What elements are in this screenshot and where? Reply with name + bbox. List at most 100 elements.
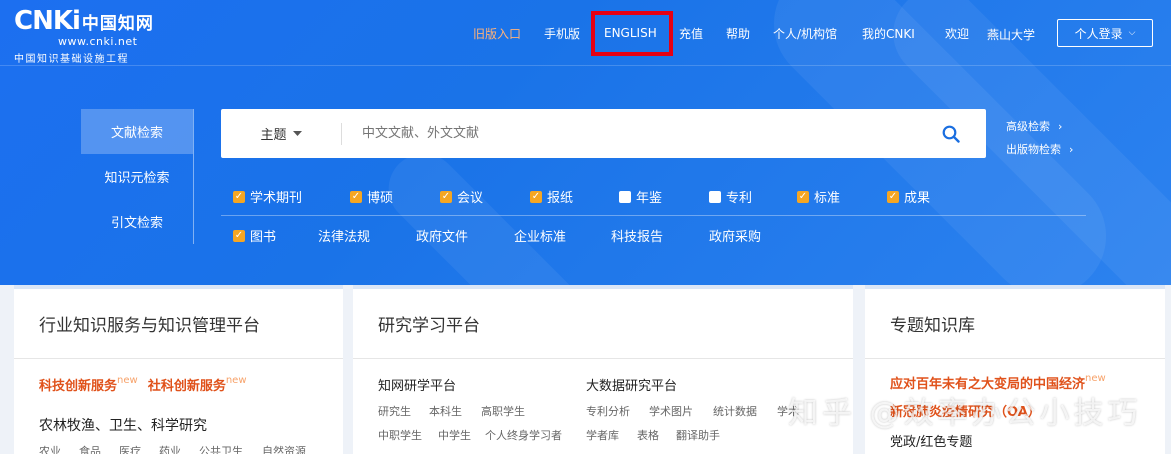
industry-section-title[interactable]: 农林牧渔、卫生、科学研究 bbox=[39, 415, 207, 435]
bigdata-sub-link[interactable]: 统计数据 bbox=[713, 403, 757, 419]
nav-org-dropdown[interactable]: 燕山大学 ⌵ bbox=[987, 26, 1035, 42]
innovation-links: 科技创新服务new 社科创新服务new bbox=[39, 375, 247, 394]
filter-achievement[interactable]: ✓ 成果 bbox=[887, 187, 930, 206]
cnki-logo[interactable]: CNKi 中国知网 www.cnki.net 中国知识基础设施工程 bbox=[14, 8, 154, 65]
research-sub-link[interactable]: 中职学生 bbox=[378, 427, 422, 443]
checkbox-checked-icon: ✓ bbox=[350, 190, 362, 203]
industry-tag[interactable]: 农业 bbox=[39, 443, 61, 454]
industry-tag[interactable]: 公共卫生 bbox=[199, 443, 243, 454]
research-sub-link[interactable]: 高职学生 bbox=[481, 403, 525, 419]
nav-mobile[interactable]: 手机版 bbox=[544, 25, 580, 42]
new-badge: new bbox=[225, 375, 247, 386]
filter-gov-docs[interactable]: 政府文件 bbox=[416, 226, 468, 245]
checkbox-checked-icon: ✓ bbox=[233, 190, 245, 203]
caret-down-icon bbox=[292, 130, 302, 136]
card-title: 研究学习平台 bbox=[353, 289, 853, 359]
chevron-down-icon: ⌵ bbox=[1128, 28, 1136, 38]
filter-conference[interactable]: ✓ 会议 bbox=[440, 187, 483, 206]
logo-brand-cn: 中国知网 bbox=[81, 14, 154, 34]
new-badge: new bbox=[117, 375, 138, 386]
checkbox-checked-icon: ✓ bbox=[530, 190, 542, 203]
new-badge: new bbox=[1085, 373, 1106, 384]
advanced-search-label: 高级检索 bbox=[1006, 120, 1050, 133]
checkbox-checked-icon: ✓ bbox=[797, 190, 809, 203]
search-button[interactable] bbox=[916, 109, 986, 158]
filter-label: 标准 bbox=[814, 191, 841, 206]
industry-tag[interactable]: 自然资源 bbox=[262, 443, 306, 454]
search-type-tabs: 文献检索 知识元检索 引文检索 bbox=[81, 109, 194, 244]
nav-personal-library[interactable]: 个人/机构馆 bbox=[773, 25, 837, 42]
english-highlight-box bbox=[591, 11, 673, 56]
checkbox-unchecked-icon bbox=[709, 190, 721, 203]
logo-slogan: 中国知识基础设施工程 bbox=[14, 54, 129, 65]
filter-yearbook[interactable]: 年鉴 bbox=[619, 187, 662, 206]
tech-innovation-link[interactable]: 科技创新服务 bbox=[39, 379, 117, 394]
checkbox-checked-icon: ✓ bbox=[233, 229, 245, 242]
filter-journal[interactable]: ✓ 学术期刊 bbox=[233, 187, 302, 206]
tab-knowledge-element-search[interactable]: 知识元检索 bbox=[81, 154, 193, 199]
chevron-right-icon: › bbox=[1069, 142, 1074, 156]
bigdata-sub-link[interactable]: 学者库 bbox=[586, 427, 619, 443]
filter-divider bbox=[221, 215, 1086, 216]
filter-thesis[interactable]: ✓ 博硕 bbox=[350, 187, 393, 206]
filter-label: 专利 bbox=[726, 191, 753, 206]
industry-tag[interactable]: 药业 bbox=[159, 443, 181, 454]
nav-my-cnki[interactable]: 我的CNKI bbox=[862, 25, 915, 42]
filter-standard[interactable]: ✓ 标准 bbox=[797, 187, 840, 206]
bigdata-sub-link[interactable]: 表格 bbox=[637, 427, 659, 443]
search-bar: 主题 bbox=[221, 109, 986, 158]
filter-label: 会议 bbox=[457, 191, 484, 206]
bigdata-sub-link[interactable]: 翻译助手 bbox=[676, 427, 720, 443]
filter-tech-report[interactable]: 科技报告 bbox=[611, 226, 663, 245]
research-sub-link[interactable]: 个人终身学习者 bbox=[485, 427, 562, 443]
filter-label: 报纸 bbox=[547, 191, 574, 206]
tab-citation-search[interactable]: 引文检索 bbox=[81, 199, 193, 244]
research-sub-link[interactable]: 中学生 bbox=[438, 427, 471, 443]
filter-gov-procurement[interactable]: 政府采购 bbox=[709, 226, 761, 245]
filter-enterprise-std[interactable]: 企业标准 bbox=[514, 226, 566, 245]
research-sub-link[interactable]: 研究生 bbox=[378, 403, 411, 419]
filter-patent[interactable]: 专利 bbox=[709, 187, 752, 206]
tab-literature-search[interactable]: 文献检索 bbox=[81, 109, 193, 154]
chevron-right-icon: › bbox=[1058, 119, 1063, 133]
filter-label: 博硕 bbox=[367, 191, 394, 206]
checkbox-checked-icon: ✓ bbox=[887, 190, 899, 203]
filter-label: 年鉴 bbox=[636, 191, 663, 206]
login-button[interactable]: 个人登录 ⌵ bbox=[1057, 19, 1153, 47]
search-field-label: 主题 bbox=[260, 128, 287, 143]
org-name: 燕山大学 bbox=[987, 28, 1036, 42]
card-title: 行业知识服务与知识管理平台 bbox=[14, 289, 343, 359]
party-topic-link[interactable]: 党政/红色专题 bbox=[890, 431, 972, 450]
social-innovation-link[interactable]: 社科创新服务 bbox=[148, 379, 226, 394]
research-platform-link[interactable]: 知网研学平台 bbox=[378, 375, 456, 394]
nav-recharge[interactable]: 充值 bbox=[679, 25, 703, 42]
watermark: 知乎 @效率办公小技巧 bbox=[788, 396, 1142, 431]
filter-books[interactable]: ✓ 图书 bbox=[233, 226, 276, 245]
nav-old-version[interactable]: 旧版入口 bbox=[473, 25, 521, 42]
research-sub-link[interactable]: 本科生 bbox=[429, 403, 462, 419]
research-platform-card: 研究学习平台 知网研学平台 研究生 本科生 高职学生 中职学生 中学生 个人终身… bbox=[353, 285, 853, 454]
bigdata-sub-link[interactable]: 专利分析 bbox=[586, 403, 630, 419]
industry-tag[interactable]: 医疗 bbox=[119, 443, 141, 454]
filter-label: 图书 bbox=[250, 230, 277, 245]
filter-label: 成果 bbox=[904, 191, 931, 206]
publication-search-link[interactable]: 出版物检索 › bbox=[1006, 141, 1073, 157]
industry-tag[interactable]: 食品 bbox=[79, 443, 101, 454]
industry-platform-card: 行业知识服务与知识管理平台 科技创新服务new 社科创新服务new 农林牧渔、卫… bbox=[14, 285, 343, 454]
search-icon bbox=[942, 125, 960, 143]
nav-help[interactable]: 帮助 bbox=[726, 25, 750, 42]
search-field-select[interactable]: 主题 bbox=[221, 124, 341, 143]
search-input[interactable] bbox=[342, 109, 916, 158]
advanced-search-link[interactable]: 高级检索 › bbox=[1006, 118, 1062, 134]
card-title: 专题知识库 bbox=[865, 289, 1165, 359]
filter-newspaper[interactable]: ✓ 报纸 bbox=[530, 187, 573, 206]
bigdata-platform-link[interactable]: 大数据研究平台 bbox=[586, 375, 677, 394]
bigdata-sub-link[interactable]: 学术图片 bbox=[649, 403, 693, 419]
login-label: 个人登录 bbox=[1074, 26, 1123, 41]
logo-brand: CNKi bbox=[14, 6, 81, 36]
filter-laws[interactable]: 法律法规 bbox=[318, 226, 370, 245]
filter-label: 学术期刊 bbox=[250, 191, 303, 206]
decor-stripe bbox=[374, 139, 636, 285]
nav-welcome: 欢迎 bbox=[945, 26, 970, 41]
checkbox-unchecked-icon bbox=[619, 190, 631, 203]
